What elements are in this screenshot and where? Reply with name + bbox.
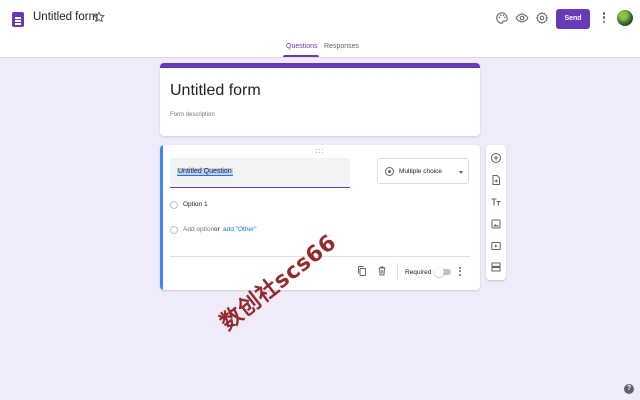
preview-eye-icon[interactable] xyxy=(515,11,529,25)
drag-handle-icon[interactable] xyxy=(316,149,324,153)
delete-trash-icon[interactable] xyxy=(376,265,388,277)
form-title-card: Untitled form Form description xyxy=(160,63,480,136)
question-type-dropdown[interactable]: Multiple choice xyxy=(377,158,469,184)
floating-toolbar xyxy=(486,145,506,280)
avatar[interactable] xyxy=(617,10,633,26)
send-button[interactable]: Send xyxy=(556,9,590,29)
import-questions-icon[interactable] xyxy=(490,174,502,186)
title-card-accent xyxy=(160,63,480,68)
radio-button-icon xyxy=(385,167,394,176)
footer-separator xyxy=(397,263,398,280)
question-type-label: Multiple choice xyxy=(399,168,442,175)
add-section-icon[interactable] xyxy=(490,261,502,273)
palette-icon[interactable] xyxy=(495,11,509,25)
option-radio-icon xyxy=(170,201,178,209)
form-title[interactable]: Untitled form xyxy=(170,82,261,100)
add-option-input[interactable]: Add option xyxy=(183,226,214,233)
question-more-icon[interactable] xyxy=(458,267,462,278)
add-option-radio-icon xyxy=(170,226,178,234)
form-description-input[interactable]: Form description xyxy=(170,112,215,118)
add-other-link[interactable]: add "Other" xyxy=(223,226,257,233)
duplicate-icon[interactable] xyxy=(356,265,368,277)
add-image-icon[interactable] xyxy=(490,218,502,230)
help-icon[interactable]: ? xyxy=(624,384,634,394)
required-toggle[interactable] xyxy=(434,267,451,277)
question-title-text: Untitled Question xyxy=(177,168,233,176)
more-vert-icon[interactable] xyxy=(601,12,607,26)
top-header: Untitled form Send Questions Responses xyxy=(0,0,640,58)
active-tab-indicator xyxy=(283,55,319,57)
add-title-icon[interactable] xyxy=(490,196,502,208)
or-label: or xyxy=(214,226,220,233)
tab-responses[interactable]: Responses xyxy=(324,43,359,50)
form-title-input[interactable]: Untitled form xyxy=(33,11,98,23)
question-card[interactable]: Untitled Question Multiple choice Option… xyxy=(160,145,480,290)
add-video-icon[interactable] xyxy=(490,240,502,252)
dropdown-arrow-icon xyxy=(459,170,463,174)
tab-questions[interactable]: Questions xyxy=(286,43,318,50)
settings-gear-icon[interactable] xyxy=(535,11,549,25)
question-title-input[interactable]: Untitled Question xyxy=(170,158,350,188)
star-icon[interactable] xyxy=(92,10,106,24)
option-1-input[interactable]: Option 1 xyxy=(183,201,208,208)
add-question-icon[interactable] xyxy=(490,152,502,164)
active-card-indicator xyxy=(160,145,163,290)
required-label: Required xyxy=(405,269,432,276)
forms-logo-icon[interactable] xyxy=(12,12,24,27)
